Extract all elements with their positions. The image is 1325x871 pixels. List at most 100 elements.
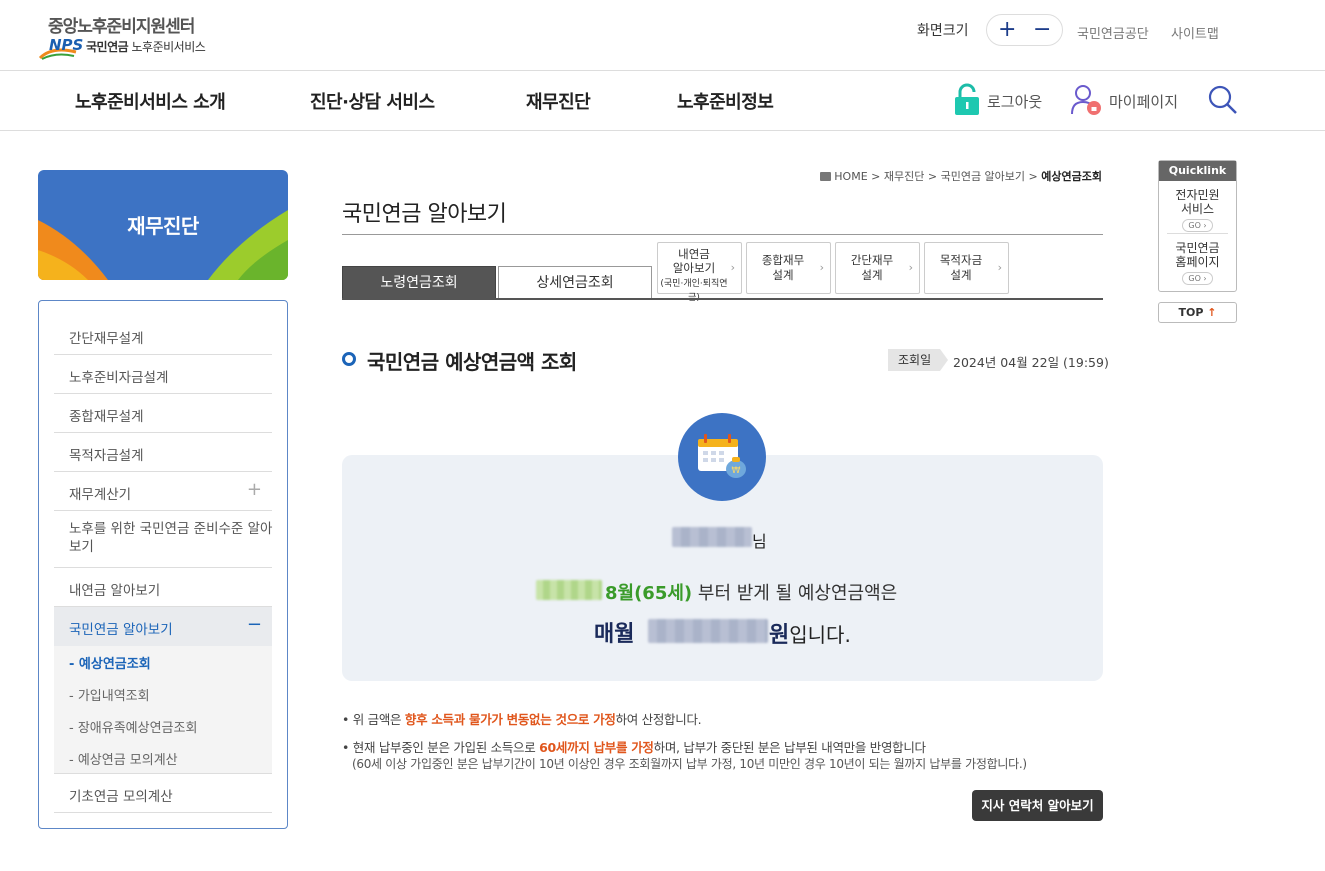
pension-start-label: 부터 받게 될 예상연금액은 <box>697 583 898 604</box>
query-date: 2024년 04월 22일 (19:59) <box>953 355 1109 370</box>
side-item-national-pension[interactable]: 국민연금 알아보기 − <box>54 607 272 646</box>
quicklink-panel: Quicklink 전자민원 서비스 GO › 국민연금 홈페이지 GO › <box>1158 160 1237 292</box>
nav-item-consulting[interactable]: 진단·상담 서비스 <box>310 88 435 114</box>
side-item-calculator[interactable]: 재무계산기 + <box>54 472 272 511</box>
side-menu: 간단재무설계 노후준비자금설계 종합재무설계 목적자금설계 재무계산기 + 노후… <box>38 300 288 829</box>
sitemap-link[interactable]: 사이트맵 <box>1171 23 1219 42</box>
branch-contact-button[interactable]: 지사 연락처 알아보기 <box>972 790 1103 821</box>
pension-start-text: 8월(65세) 부터 받게 될 예상연금액은 <box>605 579 897 605</box>
breadcrumb-home[interactable]: HOME <box>834 170 867 183</box>
breadcrumb-item[interactable]: 국민연금 알아보기 <box>941 170 1025 183</box>
site-logo[interactable]: 중앙노후준비지원센터 NPS 국민연금 노후준비서비스 <box>38 10 238 62</box>
submenu-item-history[interactable]: - 가입내역조회 <box>69 685 150 704</box>
submenu-item-simulation[interactable]: - 예상연금 모의계산 <box>69 749 178 768</box>
font-decrease-button[interactable]: − <box>1033 16 1051 44</box>
side-item-label: 목적자금설계 <box>69 448 144 464</box>
ends-label: 입니다. <box>789 623 851 647</box>
logo-nps: NPS <box>49 36 84 54</box>
link-label: 간단재무 <box>850 253 894 267</box>
link-label: 설계 <box>772 268 794 282</box>
tabs-divider <box>342 298 1103 300</box>
tab-old-age-pension[interactable]: 노령연금조회 <box>342 266 496 299</box>
note-payment: • 현재 납부중인 분은 가입된 소득으로 60세까지 납부를 가정하며, 납부… <box>342 740 926 755</box>
user-lock-icon <box>1071 85 1101 115</box>
link-label: (국민·개인·퇴직연금) <box>660 279 728 303</box>
side-item-label: 재무계산기 <box>69 487 132 503</box>
breadcrumb-item[interactable]: 재무진단 <box>884 170 924 183</box>
logo-title: 중앙노후준비지원센터 <box>48 17 195 37</box>
submenu-item-expected[interactable]: - 예상연금조회 <box>69 653 151 672</box>
link-comprehensive[interactable]: 종합재무 설계 › <box>746 242 831 294</box>
link-my-pension[interactable]: 내연금 알아보기 (국민·개인·퇴직연금) › <box>657 242 742 303</box>
logout-label: 로그아웃 <box>987 93 1043 111</box>
nav-item-finance[interactable]: 재무진단 <box>526 88 591 114</box>
search-icon[interactable] <box>1207 84 1239 116</box>
monthly-label: 매월 <box>594 622 635 647</box>
link-label: 내연금 <box>678 247 710 261</box>
arrow-up-icon: ↑ <box>1207 306 1217 319</box>
side-item-label: 기초연금 모의계산 <box>69 789 173 805</box>
collapse-icon[interactable]: − <box>247 614 262 635</box>
masked-amount <box>648 619 768 643</box>
side-item-label: 간단재무설계 <box>69 331 144 347</box>
submenu-item-disability[interactable]: - 장애유족예상연금조회 <box>69 717 197 736</box>
quicklink-label: 국민연금 <box>1175 241 1220 255</box>
side-item-retirement-fund[interactable]: 노후준비자금설계 <box>54 355 272 394</box>
nav-item-intro[interactable]: 노후준비서비스 소개 <box>75 88 226 114</box>
nps-link[interactable]: 국민연금공단 <box>1077 23 1149 42</box>
tab-detailed-pension[interactable]: 상세연금조회 <box>498 266 652 299</box>
home-icon[interactable] <box>819 172 831 181</box>
chevron-right-icon: › <box>908 261 913 274</box>
font-size-control: + − <box>986 14 1063 46</box>
nav-item-info[interactable]: 노후준비정보 <box>677 88 774 114</box>
go-button[interactable]: GO › <box>1182 272 1213 285</box>
breadcrumb: HOME > 재무진단 > 국민연금 알아보기 > 예상연금조회 <box>819 168 1102 184</box>
scroll-top-button[interactable]: TOP ↑ <box>1158 302 1237 323</box>
side-item-my-pension[interactable]: 내연금 알아보기 <box>54 568 272 607</box>
mypage-button[interactable]: 마이페이지 <box>1070 83 1185 117</box>
top-header: 중앙노후준비지원센터 NPS 국민연금 노후준비서비스 화면크기 + − 국민연… <box>0 0 1325 71</box>
main-nav: 노후준비서비스 소개 진단·상담 서비스 재무진단 노후준비정보 로그아웃 마이… <box>0 71 1325 131</box>
breadcrumb-current: 예상연금조회 <box>1041 170 1102 183</box>
quicklink-divider <box>1167 233 1228 234</box>
side-item-simple[interactable]: 간단재무설계 <box>54 316 272 355</box>
masked-user-name <box>672 527 752 547</box>
logo-subtitle: 국민연금 노후준비서비스 <box>86 40 206 54</box>
side-item-purpose[interactable]: 목적자금설계 <box>54 433 272 472</box>
name-suffix: 님 <box>752 532 767 551</box>
chevron-right-icon: › <box>730 261 735 274</box>
side-item-readiness[interactable]: 노후를 위한 국민연금 준비수준 알아보기 <box>54 511 272 568</box>
side-item-label: 내연금 알아보기 <box>69 583 161 599</box>
link-purpose[interactable]: 목적자금 설계 › <box>924 242 1009 294</box>
quicklink-label: 전자민원 <box>1175 188 1220 202</box>
page-title: 국민연금 알아보기 <box>342 202 507 227</box>
go-button[interactable]: GO › <box>1182 219 1213 232</box>
side-item-basic-pension[interactable]: 기초연금 모의계산 <box>54 774 272 813</box>
link-label: 설계 <box>861 268 883 282</box>
expand-icon[interactable]: + <box>247 479 262 500</box>
won-label: 원 <box>769 623 790 648</box>
side-item-label: 국민연금 알아보기 <box>69 622 173 638</box>
calendar-money-icon: ₩ <box>678 413 766 501</box>
quicklink-label: 홈페이지 <box>1175 255 1220 269</box>
logout-button[interactable]: 로그아웃 <box>954 83 1049 117</box>
link-label: 목적자금 <box>939 253 983 267</box>
date-tag: 조회일 <box>888 349 948 371</box>
quicklink-title: Quicklink <box>1159 161 1236 181</box>
section-title: 국민연금 예상연금액 조회 <box>367 350 577 374</box>
masked-year <box>536 580 602 600</box>
mypage-label: 마이페이지 <box>1109 93 1179 111</box>
chevron-right-icon: › <box>819 261 824 274</box>
quicklink-nps-home[interactable]: 국민연금 홈페이지 GO › <box>1159 241 1236 285</box>
svg-text:₩: ₩ <box>732 466 741 476</box>
quicklink-label: 서비스 <box>1180 202 1215 216</box>
note-assumption: • 위 금액은 향후 소득과 물가가 변동없는 것으로 가정하여 산정합니다. <box>342 712 702 727</box>
font-increase-button[interactable]: + <box>998 16 1016 44</box>
link-simple[interactable]: 간단재무 설계 › <box>835 242 920 294</box>
quicklink-e-service[interactable]: 전자민원 서비스 GO › <box>1159 188 1236 232</box>
link-label: 알아보기 <box>672 261 716 275</box>
link-label: 종합재무 <box>761 253 805 267</box>
bullet-icon <box>342 352 356 366</box>
pension-age: 8월(65세) <box>605 583 693 604</box>
side-item-comprehensive[interactable]: 종합재무설계 <box>54 394 272 433</box>
